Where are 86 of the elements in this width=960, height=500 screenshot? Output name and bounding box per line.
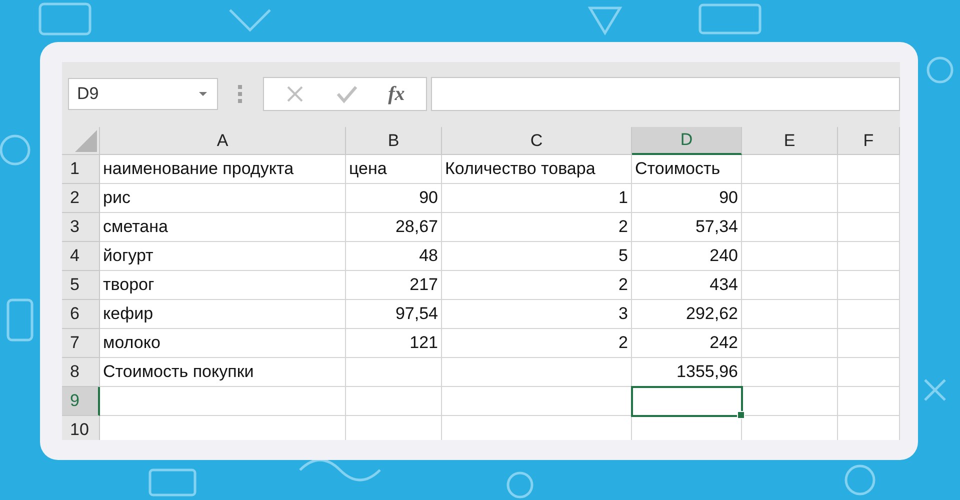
table-cell[interactable] — [838, 213, 900, 242]
table-cell[interactable] — [442, 416, 632, 440]
row-header[interactable]: 9 — [62, 387, 100, 416]
row-header[interactable]: 3 — [62, 213, 100, 242]
table-cell[interactable]: 242 — [632, 329, 742, 358]
table-cell[interactable]: рис — [100, 184, 346, 213]
table-cell[interactable] — [838, 155, 900, 184]
table-cell[interactable]: 28,67 — [346, 213, 442, 242]
table-cell[interactable] — [742, 416, 838, 440]
table-cell[interactable]: 97,54 — [346, 300, 442, 329]
triangle-icon — [75, 130, 97, 152]
table-cell[interactable]: Количество товара — [442, 155, 632, 184]
table-cell[interactable] — [100, 387, 346, 416]
table-cell[interactable] — [742, 300, 838, 329]
close-icon — [285, 84, 306, 104]
table-cell[interactable]: Стоимость — [632, 155, 742, 184]
column-header[interactable]: E — [742, 127, 838, 155]
name-box[interactable]: D9 — [68, 78, 218, 110]
table-cell[interactable] — [838, 271, 900, 300]
table-cell[interactable] — [742, 387, 838, 416]
row-header[interactable]: 4 — [62, 242, 100, 271]
table-cell[interactable]: 3 — [442, 300, 632, 329]
table-cell[interactable] — [742, 271, 838, 300]
table-cell[interactable]: 90 — [346, 184, 442, 213]
table-cell[interactable]: 5 — [442, 242, 632, 271]
table-cell[interactable] — [742, 184, 838, 213]
table-cell[interactable] — [346, 416, 442, 440]
table-cell[interactable]: 2 — [442, 213, 632, 242]
table-cell[interactable] — [838, 242, 900, 271]
active-cell[interactable] — [632, 387, 742, 416]
table-cell[interactable] — [838, 329, 900, 358]
fill-handle[interactable] — [737, 411, 745, 419]
check-icon — [336, 84, 358, 104]
table-cell[interactable] — [442, 358, 632, 387]
table-cell[interactable] — [838, 416, 900, 440]
table-cell[interactable] — [442, 387, 632, 416]
column-header[interactable]: B — [346, 127, 442, 155]
table-cell[interactable] — [838, 358, 900, 387]
table-cell[interactable] — [100, 416, 346, 440]
table-cell[interactable]: наименование продукта — [100, 155, 346, 184]
table-cell[interactable]: йогурт — [100, 242, 346, 271]
table-cell[interactable]: 217 — [346, 271, 442, 300]
table-cell[interactable]: кефир — [100, 300, 346, 329]
table-cell[interactable]: 57,34 — [632, 213, 742, 242]
column-header[interactable]: F — [838, 127, 900, 155]
cell-reference: D9 — [77, 84, 99, 104]
table-cell[interactable]: 1 — [442, 184, 632, 213]
insert-function-button[interactable]: fx — [384, 80, 409, 108]
table-cell[interactable] — [838, 300, 900, 329]
row-header[interactable]: 5 — [62, 271, 100, 300]
table-cell[interactable]: 2 — [442, 329, 632, 358]
table-cell[interactable] — [838, 387, 900, 416]
table-cell[interactable] — [742, 155, 838, 184]
row-header[interactable]: 2 — [62, 184, 100, 213]
table-cell[interactable]: 48 — [346, 242, 442, 271]
row-header[interactable]: 6 — [62, 300, 100, 329]
table-cell[interactable]: 1355,96 — [632, 358, 742, 387]
select-all-corner[interactable] — [62, 127, 100, 155]
table-cell[interactable]: 121 — [346, 329, 442, 358]
column-header[interactable]: C — [442, 127, 632, 155]
formula-input[interactable] — [431, 77, 900, 111]
row-header[interactable]: 8 — [62, 358, 100, 387]
table-cell[interactable]: 292,62 — [632, 300, 742, 329]
table-cell[interactable] — [346, 358, 442, 387]
grip-icon[interactable] — [238, 85, 242, 103]
row-header[interactable]: 7 — [62, 329, 100, 358]
table-cell[interactable] — [346, 387, 442, 416]
table-cell[interactable]: 90 — [632, 184, 742, 213]
table-cell[interactable] — [742, 242, 838, 271]
row-header[interactable]: 1 — [62, 155, 100, 184]
table-cell[interactable]: 240 — [632, 242, 742, 271]
caret-icon — [199, 92, 207, 96]
table-cell[interactable]: Стоимость покупки — [100, 358, 346, 387]
table-cell[interactable]: сметана — [100, 213, 346, 242]
table-cell[interactable] — [742, 358, 838, 387]
table-cell[interactable]: творог — [100, 271, 346, 300]
column-header[interactable]: A — [100, 127, 346, 155]
table-cell[interactable] — [742, 213, 838, 242]
table-cell[interactable]: цена — [346, 155, 442, 184]
column-header[interactable]: D — [632, 127, 742, 155]
table-cell[interactable] — [742, 329, 838, 358]
table-cell[interactable]: 2 — [442, 271, 632, 300]
table-cell[interactable]: молоко — [100, 329, 346, 358]
table-cell[interactable]: 434 — [632, 271, 742, 300]
table-cell[interactable] — [632, 416, 742, 440]
table-cell[interactable] — [838, 184, 900, 213]
